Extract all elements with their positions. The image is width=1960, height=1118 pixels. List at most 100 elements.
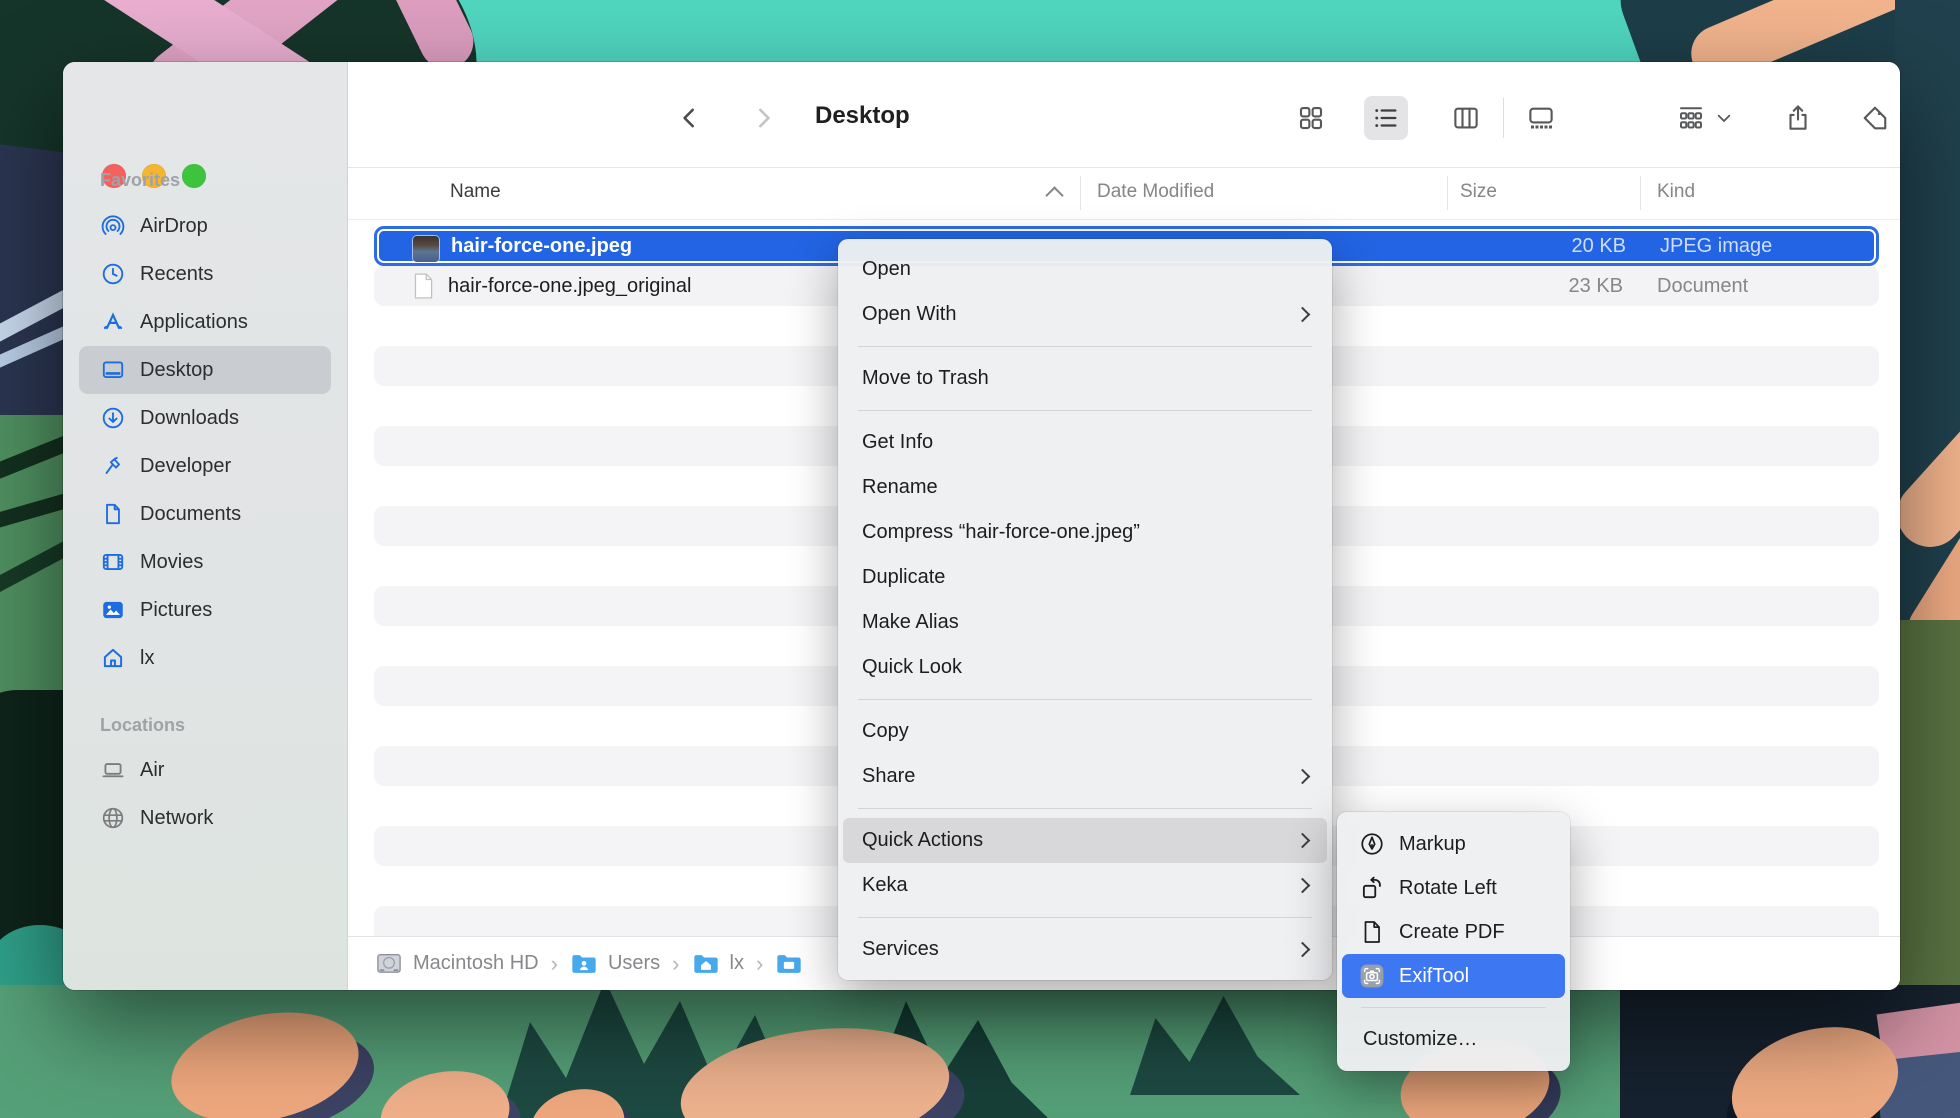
icon-view-button[interactable] [1289, 96, 1333, 140]
sidebar-item-desktop[interactable]: Desktop [79, 346, 331, 394]
menu-separator [858, 699, 1312, 700]
sidebar-item-home[interactable]: lx [79, 634, 331, 682]
submenu-item-customize[interactable]: Customize… [1337, 1017, 1570, 1061]
group-chevron-button[interactable] [1707, 96, 1741, 140]
column-divider[interactable] [1640, 176, 1641, 210]
menu-item-label: Create PDF [1399, 921, 1550, 944]
path-item-macintosh-hd[interactable]: Macintosh HD [375, 951, 539, 977]
chevron-down-icon [1715, 109, 1733, 127]
file-name: hair-force-one.jpeg [451, 229, 632, 263]
folder-icon [775, 952, 803, 976]
file-kind: Document [1657, 266, 1748, 306]
sidebar-item-label: Downloads [140, 407, 239, 430]
menu-separator [1361, 1007, 1546, 1008]
film-icon [98, 549, 128, 575]
menu-item-make-alias[interactable]: Make Alias [838, 600, 1332, 645]
column-view-button[interactable] [1444, 96, 1488, 140]
quick-actions-submenu: Markup Rotate Left Create PDF ExifTool C… [1337, 812, 1570, 1071]
menu-item-label: Rotate Left [1399, 877, 1550, 900]
download-icon [98, 405, 128, 431]
app-store-icon [98, 309, 128, 335]
menu-item-label: Compress “hair-force-one.jpeg” [862, 521, 1308, 544]
column-divider[interactable] [1447, 176, 1448, 210]
desktop-icon [98, 357, 128, 383]
column-header-size[interactable]: Size [1460, 181, 1497, 203]
share-icon [1783, 103, 1813, 133]
column-header-kind[interactable]: Kind [1657, 181, 1695, 203]
sidebar-item-network[interactable]: Network [79, 794, 331, 842]
forward-button[interactable] [741, 96, 785, 140]
menu-item-label: ExifTool [1399, 965, 1550, 988]
column-divider[interactable] [1080, 176, 1081, 210]
sidebar-item-air[interactable]: Air [79, 746, 331, 794]
sidebar-item-applications[interactable]: Applications [79, 298, 331, 346]
menu-item-open[interactable]: Open [838, 247, 1332, 292]
list-view-button[interactable] [1364, 96, 1408, 140]
sidebar-item-label: Network [140, 807, 213, 830]
sidebar-item-movies[interactable]: Movies [79, 538, 331, 586]
document-icon [98, 501, 128, 527]
menu-item-compress[interactable]: Compress “hair-force-one.jpeg” [838, 510, 1332, 555]
back-button[interactable] [668, 96, 712, 140]
menu-separator [858, 808, 1312, 809]
menu-item-duplicate[interactable]: Duplicate [838, 555, 1332, 600]
menu-item-get-info[interactable]: Get Info [838, 420, 1332, 465]
column-view-icon [1451, 103, 1481, 133]
submenu-chevron-icon [1295, 878, 1311, 894]
share-button[interactable] [1776, 96, 1820, 140]
sidebar-item-developer[interactable]: Developer [79, 442, 331, 490]
submenu-item-rotate-left[interactable]: Rotate Left [1337, 866, 1570, 910]
menu-item-label: Quick Look [862, 656, 1308, 679]
path-label: lx [730, 952, 744, 975]
path-chevron: › [756, 951, 763, 977]
group-icon [1676, 103, 1706, 133]
sidebar-item-documents[interactable]: Documents [79, 490, 331, 538]
exiftool-icon [1357, 963, 1387, 989]
sidebar-item-pictures[interactable]: Pictures [79, 586, 331, 634]
menu-item-rename[interactable]: Rename [838, 465, 1332, 510]
folder-users-icon [570, 952, 598, 976]
menu-item-move-to-trash[interactable]: Move to Trash [838, 356, 1332, 401]
hard-drive-icon [375, 951, 403, 977]
menu-item-quick-actions[interactable]: Quick Actions [843, 818, 1327, 863]
file-kind: JPEG image [1660, 229, 1772, 263]
menu-item-open-with[interactable]: Open With [838, 292, 1332, 337]
submenu-item-exiftool[interactable]: ExifTool [1342, 954, 1565, 998]
file-name: hair-force-one.jpeg_original [448, 266, 691, 306]
sidebar-item-label: Movies [140, 551, 203, 574]
sidebar-item-label: Applications [140, 311, 248, 334]
gallery-view-button[interactable] [1519, 96, 1563, 140]
submenu-item-create-pdf[interactable]: Create PDF [1337, 910, 1570, 954]
home-icon [98, 645, 128, 671]
menu-item-quick-look[interactable]: Quick Look [838, 645, 1332, 690]
zoom-button[interactable] [182, 164, 206, 188]
menu-item-copy[interactable]: Copy [838, 709, 1332, 754]
menu-item-services[interactable]: Services [838, 927, 1332, 972]
submenu-item-markup[interactable]: Markup [1337, 822, 1570, 866]
file-size: 20 KB [1450, 229, 1626, 263]
sidebar-item-airdrop[interactable]: AirDrop [79, 202, 331, 250]
menu-item-keka[interactable]: Keka [838, 863, 1332, 908]
tags-button[interactable] [1853, 96, 1897, 140]
column-header-date-modified[interactable]: Date Modified [1097, 181, 1214, 203]
window-title: Desktop [815, 102, 910, 130]
toolbar-divider [1503, 98, 1504, 138]
image-thumbnail-icon [413, 236, 439, 262]
path-label: Macintosh HD [413, 952, 539, 975]
document-file-icon [410, 272, 436, 298]
toolbar: Desktop [348, 62, 1900, 168]
path-item-desktop-folder[interactable] [775, 952, 813, 976]
path-item-users[interactable]: Users [570, 952, 660, 976]
column-header-name[interactable]: Name [450, 181, 501, 203]
clock-icon [98, 261, 128, 287]
path-item-home[interactable]: lx [692, 952, 744, 976]
menu-item-share[interactable]: Share [838, 754, 1332, 799]
sidebar-item-recents[interactable]: Recents [79, 250, 331, 298]
grid-view-icon [1296, 103, 1326, 133]
menu-item-label: Open With [862, 303, 1297, 326]
sidebar-locations-list: Air Network [79, 746, 331, 842]
chevron-right-icon [750, 105, 776, 131]
menu-separator [858, 346, 1312, 347]
menu-item-label: Services [862, 938, 1297, 961]
sidebar-item-downloads[interactable]: Downloads [79, 394, 331, 442]
